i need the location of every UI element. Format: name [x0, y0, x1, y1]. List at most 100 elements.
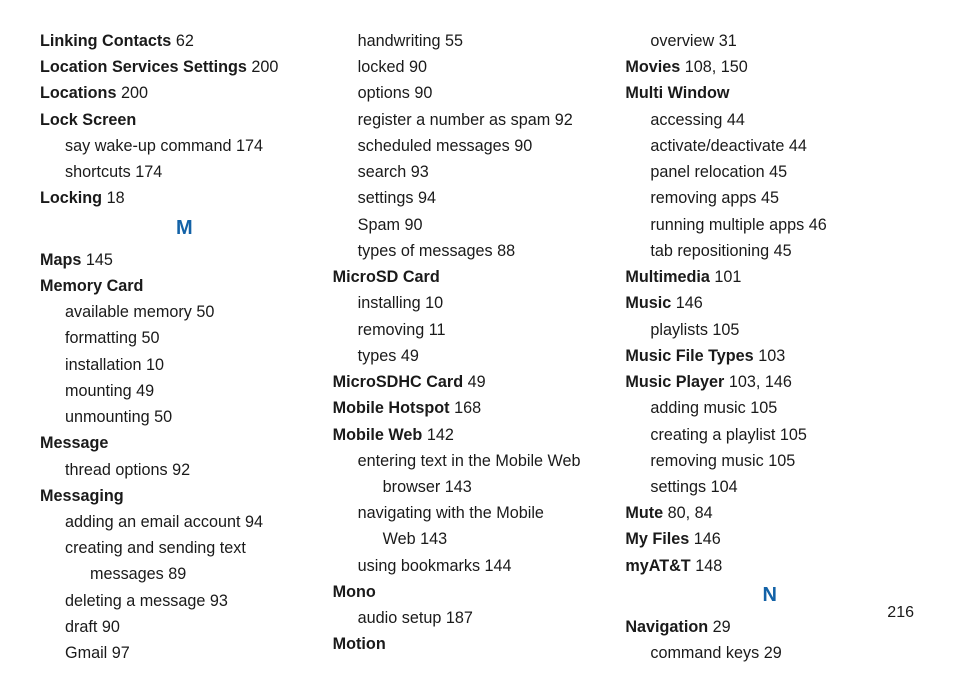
index-subtext: mounting [65, 382, 132, 400]
index-entry: Memory Card [40, 273, 329, 299]
index-subentry: Spam 90 [333, 212, 622, 238]
index-page-ref: 18 [107, 189, 125, 207]
index-topic: Message [40, 434, 108, 452]
index-subtext: Gmail [65, 644, 107, 662]
index-page-ref: 143 [445, 478, 472, 496]
index-subtext: say wake-up command [65, 137, 231, 155]
index-subtext: activate/deactivate [650, 137, 784, 155]
page-number: 216 [887, 604, 914, 622]
index-subentry: adding an email account 94 [40, 509, 329, 535]
index-page-ref: 146 [676, 294, 703, 312]
index-subtext: entering text in the Mobile Web [358, 452, 581, 470]
index-page-ref: 31 [719, 32, 737, 50]
index-page-ref: 10 [425, 294, 443, 312]
index-page-ref: 90 [514, 137, 532, 155]
index-page-ref: 50 [154, 408, 172, 426]
index-subtext: command keys [650, 644, 759, 662]
index-topic: MicroSDHC Card [333, 373, 463, 391]
index-subentry: removing 11 [333, 317, 622, 343]
index-subentry: using bookmarks 144 [333, 553, 622, 579]
index-subentry: types 49 [333, 343, 622, 369]
index-page-ref: 101 [714, 268, 741, 286]
index-subtext: running multiple apps [650, 216, 804, 234]
index-page-ref: 49 [468, 373, 486, 391]
index-page-ref: 142 [427, 426, 454, 444]
index-page-ref: 10 [146, 356, 164, 374]
index-page-ref: 103 [758, 347, 785, 365]
index-topic: Motion [333, 635, 386, 653]
index-subentry: settings 104 [625, 474, 914, 500]
index-entry: Motion [333, 631, 622, 657]
index-page-ref: 90 [409, 58, 427, 76]
index-subtext: accessing [650, 111, 722, 129]
index-subentry: mounting 49 [40, 378, 329, 404]
index-page-ref: 90 [414, 84, 432, 102]
index-topic: Music File Types [625, 347, 753, 365]
index-page-ref: 45 [774, 242, 792, 260]
index-page-ref: 29 [713, 618, 731, 636]
index-subtext: draft [65, 618, 97, 636]
index-subentry-contd: Web 143 [333, 526, 622, 552]
index-page-ref: 92 [555, 111, 573, 129]
index-page-ref: 200 [121, 84, 148, 102]
index-subtext: types of messages [358, 242, 493, 260]
index-page-ref: 146 [765, 373, 792, 391]
index-page-ref: 29 [764, 644, 782, 662]
index-entry: Locations 200 [40, 80, 329, 106]
index-subentry: panel relocation 45 [625, 159, 914, 185]
index-entry: Message [40, 430, 329, 456]
index-subtext: overview [650, 32, 714, 50]
index-subentry: search 93 [333, 159, 622, 185]
index-subtext: options [358, 84, 410, 102]
index-entry: My Files 146 [625, 526, 914, 552]
index-subtext: locked [358, 58, 405, 76]
index-topic: Music [625, 294, 671, 312]
index-topic: Movies [625, 58, 680, 76]
index-topic: Locations [40, 84, 116, 102]
index-subentry: command keys 29 [625, 640, 914, 666]
index-subtext: navigating with the Mobile [358, 504, 544, 522]
index-topic: Location Services Settings [40, 58, 247, 76]
index-page-ref: 55 [445, 32, 463, 50]
index-entry: myAT&T 148 [625, 553, 914, 579]
index-page-ref: 150 [721, 58, 748, 76]
index-subtext: removing music [650, 452, 763, 470]
index-topic: My Files [625, 530, 689, 548]
index-page-ref: 174 [135, 163, 162, 181]
index-subtext: search [358, 163, 407, 181]
index-entry: Mobile Web 142 [333, 422, 622, 448]
index-page-ref: 145 [86, 251, 113, 269]
index-topic: MicroSD Card [333, 268, 440, 286]
index-page-ref: 92 [172, 461, 190, 479]
index-subentry: locked 90 [333, 54, 622, 80]
column-1: Linking Contacts 62 Location Services Se… [40, 28, 329, 666]
index-subtext: deleting a message [65, 592, 205, 610]
index-entry: MicroSD Card [333, 264, 622, 290]
index-subentry: deleting a message 93 [40, 588, 329, 614]
index-page-ref: 104 [711, 478, 738, 496]
index-subentry: entering text in the Mobile Web [333, 448, 622, 474]
index-subtext: creating and sending text [65, 539, 246, 557]
index-subentry: audio setup 187 [333, 605, 622, 631]
index-page-ref: 62 [176, 32, 194, 50]
index-entry: Linking Contacts 62 [40, 28, 329, 54]
index-page-ref: 105 [750, 399, 777, 417]
index-subentry: tab repositioning 45 [625, 238, 914, 264]
index-subentry: removing apps 45 [625, 185, 914, 211]
index-entry: Music 146 [625, 290, 914, 316]
index-page-ref: 105 [780, 426, 807, 444]
index-page-ref: 44 [727, 111, 745, 129]
index-page-ref: 144 [485, 557, 512, 575]
index-topic: Linking Contacts [40, 32, 171, 50]
section-letter-m: M [40, 212, 329, 247]
index-subentry: creating and sending text [40, 535, 329, 561]
index-page-ref: 103 [729, 373, 756, 391]
index-page-ref: 50 [141, 329, 159, 347]
index-subtext: using bookmarks [358, 557, 480, 575]
index-page-ref: 89 [168, 565, 186, 583]
index-subentry: playlists 105 [625, 317, 914, 343]
index-subentry-contd: browser 143 [333, 474, 622, 500]
index-subtext: adding an email account [65, 513, 241, 531]
index-subentry: scheduled messages 90 [333, 133, 622, 159]
index-entry: Locking 18 [40, 185, 329, 211]
